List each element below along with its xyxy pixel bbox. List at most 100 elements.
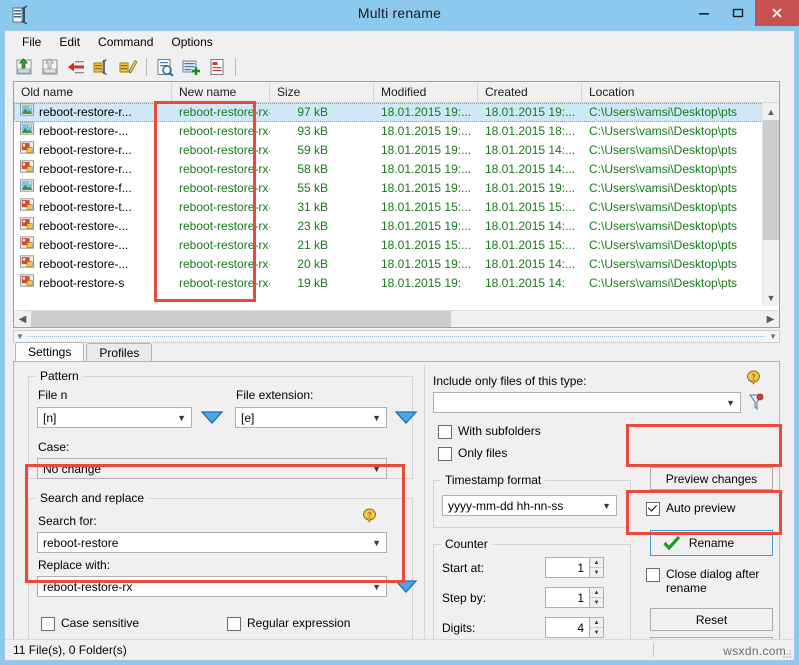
checkbox-with-subfolders-box[interactable] [438,425,452,439]
edit-names-pencil-icon[interactable] [115,55,141,79]
svg-text:?: ? [752,373,756,382]
tab-settings[interactable]: Settings [15,342,84,362]
start-at-stepper[interactable]: ▲ ▼ [545,557,604,578]
undo-rename-icon[interactable] [63,55,89,79]
help-question-icon[interactable]: ? [362,508,377,523]
rename-button[interactable]: Rename [650,530,773,556]
horizontal-scroll-thumb[interactable] [31,311,451,327]
chevron-down-icon[interactable]: ▼ [372,459,381,478]
checkbox-with-subfolders[interactable]: With subfolders [438,424,541,439]
file-name-placeholder-dropdown-button[interactable] [200,410,224,425]
vertical-scroll-thumb[interactable] [763,120,779,240]
add-to-list-icon[interactable] [178,55,204,79]
minimize-button[interactable] [687,0,721,26]
chevron-down-icon[interactable]: ▼ [726,393,735,412]
start-at-input[interactable] [545,557,589,578]
step-by-stepper[interactable]: ▲ ▼ [545,587,604,608]
replace-with-placeholder-dropdown-button[interactable] [394,579,418,594]
table-row[interactable]: reboot-restore-...reboot-restore-rx-...2… [14,217,779,236]
preview-changes-button[interactable]: Preview changes [650,467,773,490]
step-by-decrement-icon[interactable]: ▼ [590,598,603,607]
close-button[interactable] [755,0,799,26]
table-row[interactable]: reboot-restore-sreboot-restore-rx-19 kB1… [14,274,779,293]
table-row[interactable]: reboot-restore-t...reboot-restore-rx-...… [14,198,779,217]
digits-increment-icon[interactable]: ▲ [590,618,603,628]
column-size[interactable]: Size [270,82,374,103]
splitter-right-icon[interactable]: ▼ [769,332,777,341]
checkbox-only-files[interactable]: Only files [438,446,507,461]
checkbox-close-dialog-after-rename[interactable]: Close dialog after rename [646,567,776,595]
column-location[interactable]: Location [582,82,762,103]
replace-with-combo[interactable]: reboot-restore-rx ▼ [37,576,387,597]
file-list[interactable]: Old name New name Size Modified Created … [13,81,780,328]
tab-profiles[interactable]: Profiles [86,343,152,362]
start-at-decrement-icon[interactable]: ▼ [590,568,603,577]
scroll-up-icon[interactable]: ▲ [763,103,779,120]
search-for-combo[interactable]: reboot-restore ▼ [37,532,387,553]
table-row[interactable]: reboot-restore-...reboot-restore-rx-...9… [14,122,779,141]
chevron-down-icon[interactable]: ▼ [372,408,381,427]
step-by-increment-icon[interactable]: ▲ [590,588,603,598]
load-names-from-file-icon[interactable] [11,55,37,79]
checkbox-only-files-box[interactable] [438,447,452,461]
table-row[interactable]: reboot-restore-...reboot-restore-rx-...2… [14,255,779,274]
table-row[interactable]: reboot-restore-r...reboot-restore-rx-...… [14,160,779,179]
file-extension-placeholder-dropdown-button[interactable] [394,410,418,425]
splitter-bar[interactable]: ▼ ▼ [13,330,780,343]
checkbox-case-sensitive-box[interactable] [41,617,55,631]
table-row[interactable]: reboot-restore-r...reboot-restore-rx-...… [14,141,779,160]
resize-grip-icon[interactable] [782,648,792,658]
case-combo[interactable]: No change ▼ [37,458,387,479]
checkbox-regular-expression-box[interactable] [227,617,241,631]
start-at-increment-icon[interactable]: ▲ [590,558,603,568]
include-files-type-combo[interactable]: ▼ [433,392,741,413]
checkbox-auto-preview[interactable]: Auto preview [646,501,735,516]
chevron-down-icon[interactable]: ▼ [372,577,381,596]
menu-options[interactable]: Options [162,32,221,52]
checkbox-auto-preview-box[interactable] [646,502,660,516]
chevron-down-icon[interactable]: ▼ [372,533,381,552]
digits-decrement-icon[interactable]: ▼ [590,628,603,637]
cell-modified: 18.01.2015 19:... [374,141,478,160]
checkbox-regular-expression[interactable]: Regular expression [227,616,350,631]
splitter-left-icon[interactable]: ▼ [16,332,24,341]
file-list-horizontal-scrollbar[interactable]: ◀ ▶ [14,310,779,327]
checkbox-case-sensitive[interactable]: Case sensitive [41,616,139,631]
help-question-icon-filter[interactable]: ? [746,370,761,385]
digits-spin-buttons[interactable]: ▲ ▼ [589,617,604,638]
column-created[interactable]: Created [478,82,582,103]
scroll-right-icon[interactable]: ▶ [762,311,779,327]
save-names-to-file-icon[interactable] [37,55,63,79]
filter-picker-icon[interactable] [747,392,765,415]
step-by-spin-buttons[interactable]: ▲ ▼ [589,587,604,608]
menu-edit[interactable]: Edit [50,32,89,52]
file-list-body[interactable]: reboot-restore-r...reboot-restore-rx-...… [14,103,779,306]
table-row[interactable]: reboot-restore-f...reboot-restore-rx-...… [14,179,779,198]
digits-stepper[interactable]: ▲ ▼ [545,617,604,638]
horizontal-scroll-track[interactable] [451,311,762,327]
menu-command[interactable]: Command [89,32,162,52]
column-modified[interactable]: Modified [374,82,478,103]
table-row[interactable]: reboot-restore-...reboot-restore-rx-...2… [14,236,779,255]
preview-icon[interactable] [152,55,178,79]
edit-names-icon[interactable] [89,55,115,79]
digits-input[interactable] [545,617,589,638]
scroll-left-icon[interactable]: ◀ [14,311,31,327]
file-list-vertical-scrollbar[interactable]: ▲ ▼ [762,103,779,306]
menu-file[interactable]: File [13,32,50,52]
file-name-combo[interactable]: [n] ▼ [37,407,192,428]
timestamp-format-combo[interactable]: yyyy-mm-dd hh-nn-ss ▼ [442,495,617,516]
scroll-down-icon[interactable]: ▼ [763,289,779,306]
chevron-down-icon[interactable]: ▼ [177,408,186,427]
table-row[interactable]: reboot-restore-r...reboot-restore-rx-...… [14,103,779,122]
properties-icon[interactable] [204,55,230,79]
reset-button[interactable]: Reset [650,608,773,631]
column-old-name[interactable]: Old name [14,82,172,103]
start-at-spin-buttons[interactable]: ▲ ▼ [589,557,604,578]
file-extension-combo[interactable]: [e] ▼ [235,407,387,428]
maximize-button[interactable] [721,0,755,26]
checkbox-close-dialog-after-rename-box[interactable] [646,568,660,582]
column-new-name[interactable]: New name [172,82,270,103]
step-by-input[interactable] [545,587,589,608]
chevron-down-icon[interactable]: ▼ [602,496,611,515]
